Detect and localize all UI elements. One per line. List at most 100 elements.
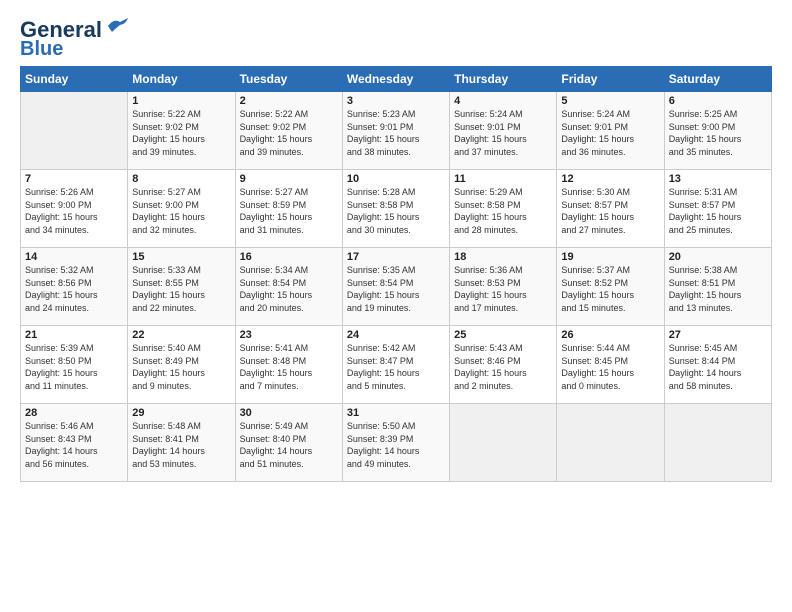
day-number: 8: [132, 173, 230, 185]
bird-icon: [106, 18, 128, 34]
day-number: 15: [132, 251, 230, 263]
day-info: Sunrise: 5:24 AM Sunset: 9:01 PM Dayligh…: [561, 108, 659, 158]
day-cell: [450, 404, 557, 482]
day-number: 31: [347, 407, 445, 419]
day-number: 4: [454, 95, 552, 107]
day-cell: [21, 92, 128, 170]
day-info: Sunrise: 5:28 AM Sunset: 8:58 PM Dayligh…: [347, 186, 445, 236]
day-info: Sunrise: 5:30 AM Sunset: 8:57 PM Dayligh…: [561, 186, 659, 236]
col-header-wednesday: Wednesday: [342, 67, 449, 92]
day-number: 2: [240, 95, 338, 107]
col-header-tuesday: Tuesday: [235, 67, 342, 92]
day-number: 13: [669, 173, 767, 185]
day-cell: 26Sunrise: 5:44 AM Sunset: 8:45 PM Dayli…: [557, 326, 664, 404]
day-info: Sunrise: 5:40 AM Sunset: 8:49 PM Dayligh…: [132, 342, 230, 392]
day-cell: 17Sunrise: 5:35 AM Sunset: 8:54 PM Dayli…: [342, 248, 449, 326]
page: General Blue SundayMondayTuesdayWednesda…: [0, 0, 792, 492]
day-number: 17: [347, 251, 445, 263]
day-number: 22: [132, 329, 230, 341]
day-info: Sunrise: 5:42 AM Sunset: 8:47 PM Dayligh…: [347, 342, 445, 392]
day-cell: 29Sunrise: 5:48 AM Sunset: 8:41 PM Dayli…: [128, 404, 235, 482]
col-header-thursday: Thursday: [450, 67, 557, 92]
day-cell: 16Sunrise: 5:34 AM Sunset: 8:54 PM Dayli…: [235, 248, 342, 326]
day-cell: 23Sunrise: 5:41 AM Sunset: 8:48 PM Dayli…: [235, 326, 342, 404]
day-info: Sunrise: 5:27 AM Sunset: 9:00 PM Dayligh…: [132, 186, 230, 236]
day-number: 6: [669, 95, 767, 107]
day-number: 28: [25, 407, 123, 419]
day-cell: [664, 404, 771, 482]
week-row-1: 1Sunrise: 5:22 AM Sunset: 9:02 PM Daylig…: [21, 92, 772, 170]
day-info: Sunrise: 5:31 AM Sunset: 8:57 PM Dayligh…: [669, 186, 767, 236]
day-cell: 12Sunrise: 5:30 AM Sunset: 8:57 PM Dayli…: [557, 170, 664, 248]
day-number: 11: [454, 173, 552, 185]
day-info: Sunrise: 5:22 AM Sunset: 9:02 PM Dayligh…: [132, 108, 230, 158]
day-info: Sunrise: 5:45 AM Sunset: 8:44 PM Dayligh…: [669, 342, 767, 392]
day-cell: 14Sunrise: 5:32 AM Sunset: 8:56 PM Dayli…: [21, 248, 128, 326]
day-info: Sunrise: 5:29 AM Sunset: 8:58 PM Dayligh…: [454, 186, 552, 236]
col-header-sunday: Sunday: [21, 67, 128, 92]
week-row-5: 28Sunrise: 5:46 AM Sunset: 8:43 PM Dayli…: [21, 404, 772, 482]
day-cell: 8Sunrise: 5:27 AM Sunset: 9:00 PM Daylig…: [128, 170, 235, 248]
day-number: 25: [454, 329, 552, 341]
day-info: Sunrise: 5:48 AM Sunset: 8:41 PM Dayligh…: [132, 420, 230, 470]
day-cell: 13Sunrise: 5:31 AM Sunset: 8:57 PM Dayli…: [664, 170, 771, 248]
week-row-2: 7Sunrise: 5:26 AM Sunset: 9:00 PM Daylig…: [21, 170, 772, 248]
logo: General Blue: [20, 18, 128, 60]
day-info: Sunrise: 5:39 AM Sunset: 8:50 PM Dayligh…: [25, 342, 123, 392]
day-info: Sunrise: 5:37 AM Sunset: 8:52 PM Dayligh…: [561, 264, 659, 314]
day-cell: 20Sunrise: 5:38 AM Sunset: 8:51 PM Dayli…: [664, 248, 771, 326]
calendar-table: SundayMondayTuesdayWednesdayThursdayFrid…: [20, 66, 772, 482]
col-header-saturday: Saturday: [664, 67, 771, 92]
day-info: Sunrise: 5:25 AM Sunset: 9:00 PM Dayligh…: [669, 108, 767, 158]
day-number: 7: [25, 173, 123, 185]
day-info: Sunrise: 5:22 AM Sunset: 9:02 PM Dayligh…: [240, 108, 338, 158]
day-info: Sunrise: 5:43 AM Sunset: 8:46 PM Dayligh…: [454, 342, 552, 392]
day-cell: 5Sunrise: 5:24 AM Sunset: 9:01 PM Daylig…: [557, 92, 664, 170]
day-cell: 11Sunrise: 5:29 AM Sunset: 8:58 PM Dayli…: [450, 170, 557, 248]
day-info: Sunrise: 5:46 AM Sunset: 8:43 PM Dayligh…: [25, 420, 123, 470]
day-number: 30: [240, 407, 338, 419]
day-number: 24: [347, 329, 445, 341]
day-cell: 18Sunrise: 5:36 AM Sunset: 8:53 PM Dayli…: [450, 248, 557, 326]
logo-blue: Blue: [20, 38, 63, 60]
day-cell: 7Sunrise: 5:26 AM Sunset: 9:00 PM Daylig…: [21, 170, 128, 248]
day-number: 21: [25, 329, 123, 341]
day-cell: 15Sunrise: 5:33 AM Sunset: 8:55 PM Dayli…: [128, 248, 235, 326]
day-cell: 19Sunrise: 5:37 AM Sunset: 8:52 PM Dayli…: [557, 248, 664, 326]
week-row-4: 21Sunrise: 5:39 AM Sunset: 8:50 PM Dayli…: [21, 326, 772, 404]
day-info: Sunrise: 5:44 AM Sunset: 8:45 PM Dayligh…: [561, 342, 659, 392]
day-cell: 1Sunrise: 5:22 AM Sunset: 9:02 PM Daylig…: [128, 92, 235, 170]
day-number: 9: [240, 173, 338, 185]
col-header-friday: Friday: [557, 67, 664, 92]
day-info: Sunrise: 5:38 AM Sunset: 8:51 PM Dayligh…: [669, 264, 767, 314]
day-info: Sunrise: 5:23 AM Sunset: 9:01 PM Dayligh…: [347, 108, 445, 158]
day-info: Sunrise: 5:50 AM Sunset: 8:39 PM Dayligh…: [347, 420, 445, 470]
day-cell: 27Sunrise: 5:45 AM Sunset: 8:44 PM Dayli…: [664, 326, 771, 404]
day-number: 10: [347, 173, 445, 185]
day-cell: 22Sunrise: 5:40 AM Sunset: 8:49 PM Dayli…: [128, 326, 235, 404]
day-number: 23: [240, 329, 338, 341]
day-info: Sunrise: 5:26 AM Sunset: 9:00 PM Dayligh…: [25, 186, 123, 236]
day-cell: 30Sunrise: 5:49 AM Sunset: 8:40 PM Dayli…: [235, 404, 342, 482]
day-number: 5: [561, 95, 659, 107]
day-number: 3: [347, 95, 445, 107]
day-number: 14: [25, 251, 123, 263]
day-cell: 9Sunrise: 5:27 AM Sunset: 8:59 PM Daylig…: [235, 170, 342, 248]
day-number: 12: [561, 173, 659, 185]
day-info: Sunrise: 5:36 AM Sunset: 8:53 PM Dayligh…: [454, 264, 552, 314]
day-info: Sunrise: 5:41 AM Sunset: 8:48 PM Dayligh…: [240, 342, 338, 392]
day-cell: 25Sunrise: 5:43 AM Sunset: 8:46 PM Dayli…: [450, 326, 557, 404]
day-cell: 24Sunrise: 5:42 AM Sunset: 8:47 PM Dayli…: [342, 326, 449, 404]
day-cell: 28Sunrise: 5:46 AM Sunset: 8:43 PM Dayli…: [21, 404, 128, 482]
day-number: 26: [561, 329, 659, 341]
day-number: 1: [132, 95, 230, 107]
day-info: Sunrise: 5:32 AM Sunset: 8:56 PM Dayligh…: [25, 264, 123, 314]
header-row: SundayMondayTuesdayWednesdayThursdayFrid…: [21, 67, 772, 92]
day-info: Sunrise: 5:49 AM Sunset: 8:40 PM Dayligh…: [240, 420, 338, 470]
day-info: Sunrise: 5:35 AM Sunset: 8:54 PM Dayligh…: [347, 264, 445, 314]
day-number: 19: [561, 251, 659, 263]
day-number: 27: [669, 329, 767, 341]
day-info: Sunrise: 5:33 AM Sunset: 8:55 PM Dayligh…: [132, 264, 230, 314]
day-cell: 4Sunrise: 5:24 AM Sunset: 9:01 PM Daylig…: [450, 92, 557, 170]
day-cell: 10Sunrise: 5:28 AM Sunset: 8:58 PM Dayli…: [342, 170, 449, 248]
